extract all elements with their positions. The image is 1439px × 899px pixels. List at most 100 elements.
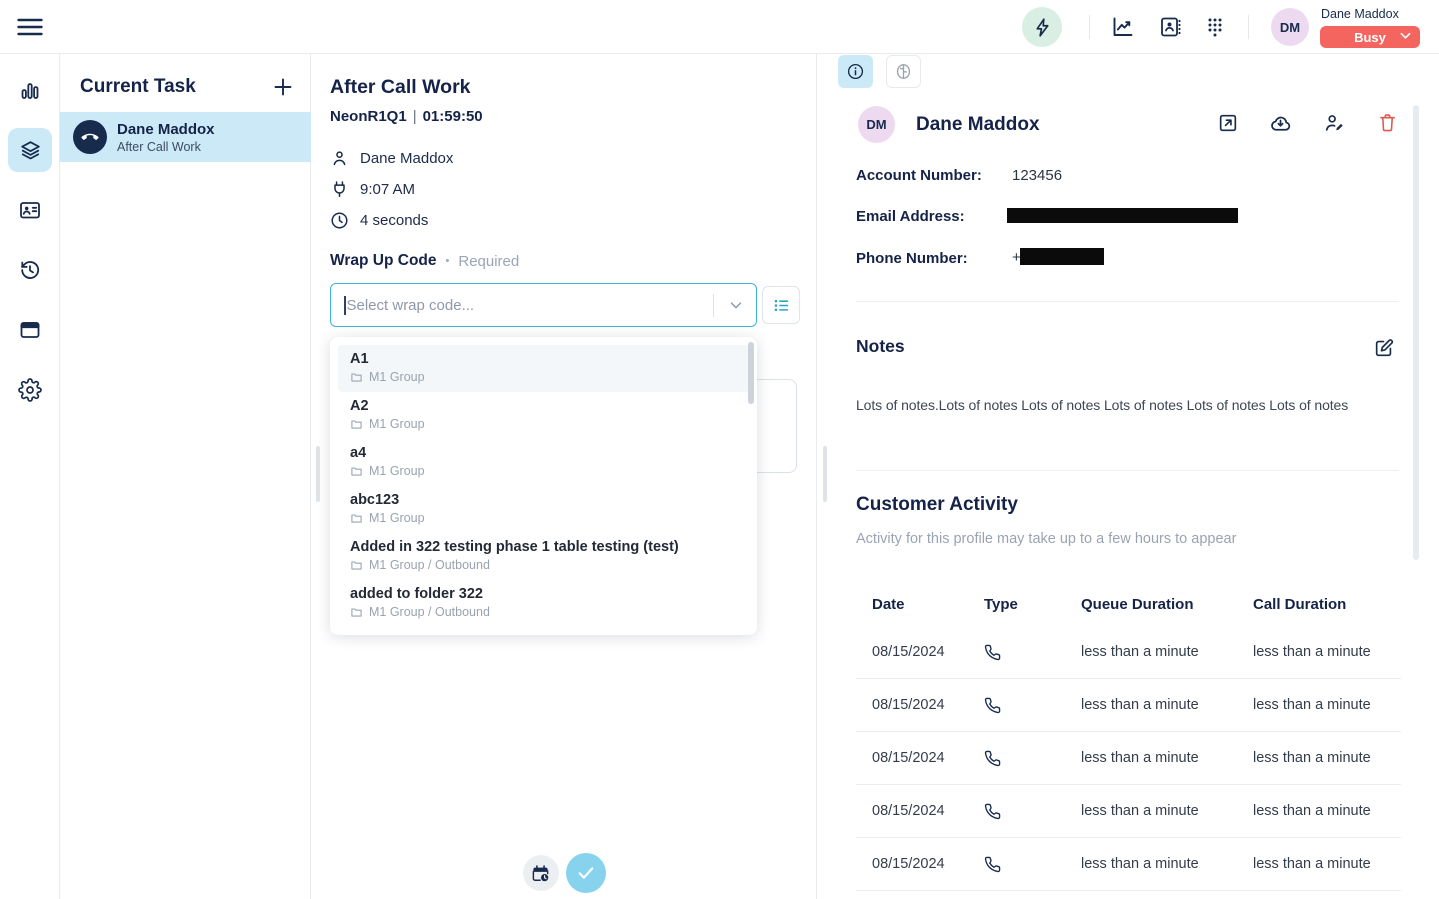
sidebar-item-history[interactable] xyxy=(8,248,52,292)
panel-resize-handle-left[interactable] xyxy=(316,446,320,502)
tab-ai-insights[interactable] xyxy=(886,55,921,88)
wrap-up-code-label-row: Wrap Up Code • Required xyxy=(330,252,519,270)
panel-resize-handle-right[interactable] xyxy=(823,446,827,502)
right-panel-scrollbar-thumb[interactable] xyxy=(1413,105,1419,560)
chevron-down-icon[interactable] xyxy=(727,296,745,314)
calendar-clock-icon xyxy=(531,864,550,883)
delete-icon xyxy=(1377,112,1399,133)
folder-icon xyxy=(350,512,363,525)
wrap-code-option[interactable]: added to folder 322 M1 Group / Outbound xyxy=(338,580,749,627)
activity-type-cell xyxy=(968,697,1065,714)
activity-queue-duration: less than a minute xyxy=(1065,803,1237,819)
dialpad-button[interactable] xyxy=(1203,15,1227,39)
brain-icon xyxy=(894,62,913,81)
activity-table-row[interactable]: 08/15/2024 less than a minute less than … xyxy=(856,679,1401,732)
activity-table-row[interactable]: 08/15/2024 less than a minute less than … xyxy=(856,838,1401,891)
sidebar-item-settings[interactable] xyxy=(8,368,52,412)
quick-action-button[interactable] xyxy=(1022,7,1062,47)
task-panel-title: Current Task xyxy=(80,76,196,98)
hamburger-menu-button[interactable] xyxy=(17,15,43,39)
sidebar-item-analytics[interactable] xyxy=(8,69,52,113)
duration-row: 4 seconds xyxy=(330,211,428,230)
open-external-icon xyxy=(1217,112,1239,134)
activity-type-cell xyxy=(968,644,1065,661)
contact-name: Dane Maddox xyxy=(360,150,453,167)
add-task-button[interactable] xyxy=(273,77,293,97)
select-divider xyxy=(713,294,714,317)
activity-table: Date Type Queue Duration Call Duration 0… xyxy=(856,582,1401,891)
phone-call-icon xyxy=(984,803,1065,820)
sidebar-item-contacts[interactable] xyxy=(8,188,52,232)
edit-contact-icon xyxy=(1323,112,1345,134)
task-timer: 01:59:50 xyxy=(423,108,483,125)
contact-card-icon xyxy=(18,198,42,222)
start-time: 9:07 AM xyxy=(360,181,415,198)
wrap-code-option[interactable]: abc123 M1 Group xyxy=(338,486,749,533)
top-bar: DM Dane Maddox Busy xyxy=(0,0,1439,54)
dropdown-scrollbar-thumb[interactable] xyxy=(748,342,754,404)
wrap-code-option[interactable]: A1 M1 Group xyxy=(338,345,749,392)
check-icon xyxy=(576,863,596,883)
schedule-button[interactable] xyxy=(523,855,559,891)
option-group-row: M1 Group xyxy=(350,511,737,525)
sidebar-item-browser[interactable] xyxy=(8,308,52,352)
start-time-row: 9:07 AM xyxy=(330,180,415,199)
status-dropdown[interactable]: Busy xyxy=(1320,26,1420,48)
folder-icon xyxy=(350,559,363,572)
wrap-code-select[interactable]: Select wrap code... xyxy=(330,283,757,327)
tab-profile-info[interactable] xyxy=(838,55,873,88)
header-date: Date xyxy=(856,596,968,613)
info-icon xyxy=(846,62,865,81)
activity-queue-duration: less than a minute xyxy=(1065,856,1237,872)
contacts-directory-button[interactable] xyxy=(1158,15,1182,39)
person-icon xyxy=(330,149,349,168)
option-group-row: M1 Group xyxy=(350,464,737,478)
open-profile-button[interactable] xyxy=(1217,112,1239,134)
task-contact-name: Dane Maddox xyxy=(117,121,215,138)
profile-name: Dane Maddox xyxy=(916,114,1040,136)
user-avatar[interactable]: DM xyxy=(1271,8,1309,46)
email-label: Email Address: xyxy=(856,208,965,225)
header-queue-duration: Queue Duration xyxy=(1065,596,1237,613)
phone-label: Phone Number: xyxy=(856,250,968,267)
phone-call-icon xyxy=(984,644,1065,661)
required-bullet: • xyxy=(446,255,450,267)
phone-call-icon xyxy=(984,856,1065,873)
task-texts: Dane Maddox After Call Work xyxy=(117,121,215,154)
activity-table-row[interactable]: 08/15/2024 less than a minute less than … xyxy=(856,785,1401,838)
activity-table-row[interactable]: 08/15/2024 less than a minute less than … xyxy=(856,626,1401,679)
wrap-code-option[interactable]: Added in 322 testing phase 1 table testi… xyxy=(338,533,749,580)
activity-type-cell xyxy=(968,803,1065,820)
delete-contact-button[interactable] xyxy=(1377,112,1399,134)
activity-call-duration: less than a minute xyxy=(1237,644,1401,660)
activity-type-cell xyxy=(968,750,1065,767)
profile-avatar: DM xyxy=(858,106,895,143)
wrap-code-option[interactable]: A2 M1 Group xyxy=(338,392,749,439)
wrap-code-placeholder: Select wrap code... xyxy=(347,297,475,314)
task-title: After Call Work xyxy=(330,76,471,99)
phone-call-icon xyxy=(984,697,1065,714)
wrap-code-option[interactable]: a4 M1 Group xyxy=(338,439,749,486)
phone-call-icon xyxy=(984,750,1065,767)
wrap-code-dropdown: A1 M1 Group A2 xyxy=(330,337,757,635)
notes-text: Lots of notes.Lots of notes Lots of note… xyxy=(856,397,1396,413)
edit-contact-button[interactable] xyxy=(1323,112,1345,134)
edit-notes-button[interactable] xyxy=(1373,337,1395,359)
task-action-buttons xyxy=(311,853,817,893)
option-label: A1 xyxy=(350,351,737,367)
browse-wrap-codes-button[interactable] xyxy=(762,286,800,324)
download-cloud-icon xyxy=(1269,112,1291,135)
option-group-row: M1 Group xyxy=(350,417,737,431)
subtitle-separator: | xyxy=(413,108,417,125)
reporting-button[interactable] xyxy=(1111,15,1135,39)
folder-icon xyxy=(350,606,363,619)
list-icon xyxy=(772,296,791,315)
activity-call-duration: less than a minute xyxy=(1237,803,1401,819)
download-profile-button[interactable] xyxy=(1269,112,1291,134)
plus-icon xyxy=(273,77,293,97)
task-list-item[interactable]: Dane Maddox After Call Work xyxy=(60,112,311,162)
activity-table-row[interactable]: 08/15/2024 less than a minute less than … xyxy=(856,732,1401,785)
complete-task-button[interactable] xyxy=(566,853,606,893)
history-icon xyxy=(18,258,42,282)
sidebar-item-tasks[interactable] xyxy=(8,128,52,172)
